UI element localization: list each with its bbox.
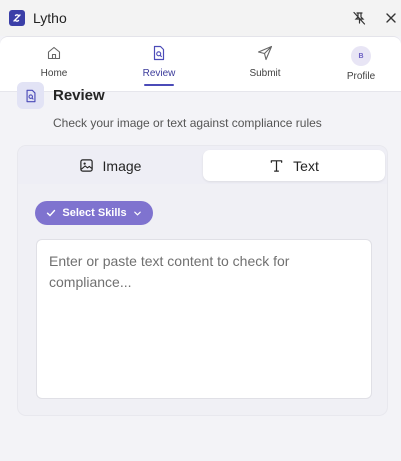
tab-text-label: Text <box>293 157 319 174</box>
check-icon <box>46 208 56 218</box>
tab-text[interactable]: Text <box>203 150 385 181</box>
avatar: B <box>351 46 371 66</box>
image-icon <box>79 158 94 173</box>
nav-label-review: Review <box>142 68 176 79</box>
review-header-icon <box>17 82 44 109</box>
document-search-icon <box>153 45 165 61</box>
title-bar: Lytho <box>0 0 401 36</box>
mode-tabs: Image Text <box>18 146 387 184</box>
app-logo-icon <box>9 10 25 26</box>
page-subtitle: Check your image or text against complia… <box>53 116 322 130</box>
nav-item-submit[interactable]: Submit <box>225 37 305 92</box>
active-tab-indicator <box>144 84 174 86</box>
tab-image[interactable]: Image <box>22 150 198 181</box>
pin-off-icon[interactable] <box>349 8 369 28</box>
nav-item-review[interactable]: Review <box>119 37 199 92</box>
home-icon <box>47 46 61 60</box>
app-title: Lytho <box>33 10 67 26</box>
compliance-text-input[interactable] <box>36 239 372 399</box>
tab-image-label: Image <box>102 157 142 174</box>
page-title: Review <box>53 87 105 104</box>
nav-label-submit: Submit <box>249 68 281 79</box>
review-panel: Image Text Select Skills <box>17 145 388 416</box>
select-skills-label: Select Skills <box>62 207 127 219</box>
nav-item-profile[interactable]: B Profile <box>321 37 401 92</box>
main-card: Home Review Submit B Profile Review Chec… <box>0 36 401 461</box>
text-icon <box>269 158 284 173</box>
top-nav: Home Review Submit B Profile <box>0 37 401 92</box>
nav-label-profile: Profile <box>346 71 376 82</box>
send-icon <box>257 45 273 61</box>
close-icon[interactable] <box>381 8 401 28</box>
nav-label-home: Home <box>40 68 68 79</box>
select-skills-button[interactable]: Select Skills <box>35 201 153 225</box>
chevron-down-icon <box>133 209 142 218</box>
document-search-icon <box>25 89 36 102</box>
